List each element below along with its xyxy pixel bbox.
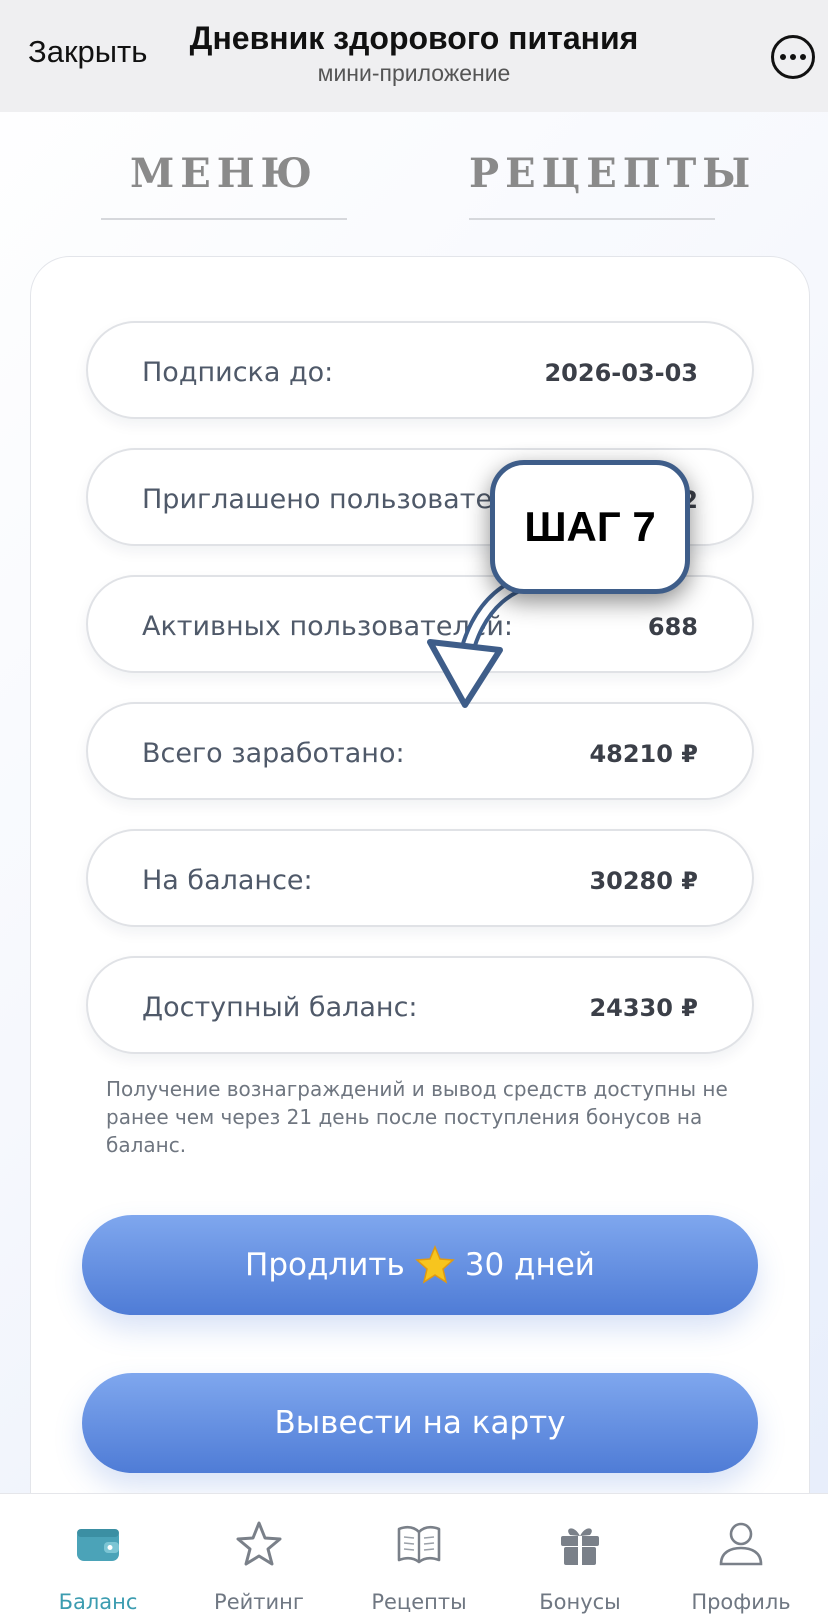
extend-days: 30 дней <box>464 1247 595 1283</box>
stat-label: Подписка до: <box>142 357 334 388</box>
nav-item-bonuses[interactable]: Бонусы <box>497 1494 663 1619</box>
stat-value: 48210 ₽ <box>589 740 698 768</box>
stat-label: Всего заработано: <box>142 738 405 769</box>
extend-label: Продлить <box>245 1247 405 1283</box>
dot <box>780 54 786 60</box>
extend-subscription-button[interactable]: Продлить 30 дней <box>82 1215 758 1315</box>
stat-label: Доступный баланс: <box>142 992 418 1023</box>
nav-label: Рейтинг <box>214 1590 304 1614</box>
stat-label: На балансе: <box>142 865 313 896</box>
app-subtitle: мини-приложение <box>317 60 511 86</box>
top-bar: Закрыть Дневник здорового питания мини-п… <box>0 0 828 112</box>
book-icon <box>397 1526 441 1564</box>
tab-menu[interactable]: МЕНЮ <box>101 150 347 220</box>
stat-value: 2026-03-03 <box>544 359 698 387</box>
ellipsis-icon[interactable] <box>771 35 815 79</box>
star-icon <box>414 1245 455 1284</box>
stat-value: 30280 ₽ <box>589 867 698 895</box>
nav-label: Бонусы <box>539 1590 621 1614</box>
nav-label: Рецепты <box>371 1590 467 1614</box>
nav-label: Баланс <box>58 1590 138 1614</box>
stat-value: 24330 ₽ <box>589 994 698 1022</box>
step-callout: ШАГ 7 <box>490 460 690 594</box>
stat-value: 688 <box>647 613 698 641</box>
app-title: Дневник здорового питания <box>189 20 639 56</box>
nav-item-rating[interactable]: Рейтинг <box>176 1494 342 1619</box>
stat-row-available: Доступный баланс: 24330 ₽ <box>86 956 754 1054</box>
stat-row-balance: На балансе: 30280 ₽ <box>86 829 754 927</box>
bottom-nav: Баланс Рейтинг Рецепты Бонусы Профиль <box>0 1493 828 1619</box>
stat-row-subscription: Подписка до: 2026-03-03 <box>86 321 754 419</box>
user-icon <box>719 1522 763 1566</box>
withdraw-to-card-button[interactable]: Вывести на карту <box>82 1373 758 1473</box>
gift-icon <box>561 1528 599 1565</box>
app-screen: Закрыть Дневник здорового питания мини-п… <box>0 0 828 1619</box>
tab-recipes[interactable]: РЕЦЕПТЫ <box>469 150 750 220</box>
dot <box>790 54 796 60</box>
nav-item-profile[interactable]: Профиль <box>658 1494 824 1619</box>
dot <box>800 54 806 60</box>
withdraw-note: Получение вознаграждений и вывод средств… <box>106 1077 728 1157</box>
nav-item-recipes[interactable]: Рецепты <box>336 1494 502 1619</box>
star-icon <box>236 1521 282 1566</box>
nav-item-balance[interactable]: Баланс <box>15 1494 181 1619</box>
nav-label: Профиль <box>691 1590 791 1614</box>
wallet-icon <box>77 1529 119 1561</box>
